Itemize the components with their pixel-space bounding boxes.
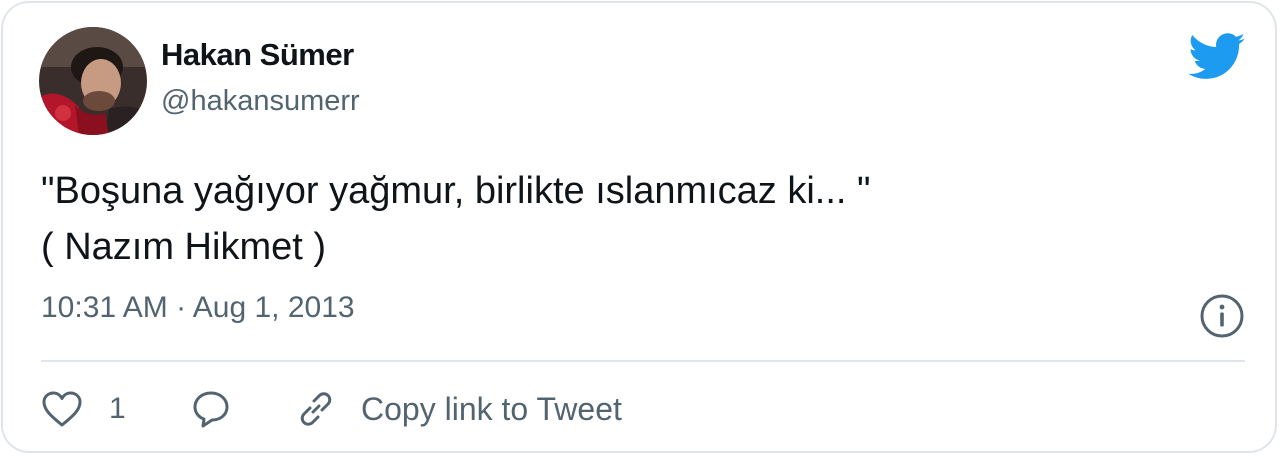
reply-button[interactable]	[191, 383, 231, 435]
display-name[interactable]: Hakan Sümer	[161, 37, 354, 73]
tweet-text-line: ( Nazım Hikmet )	[41, 226, 326, 268]
heart-icon	[42, 391, 82, 427]
link-icon	[300, 392, 332, 426]
copy-link-label: Copy link to Tweet	[361, 390, 622, 427]
avatar-photo	[39, 27, 147, 135]
info-icon[interactable]	[1199, 293, 1245, 339]
tweet-timestamp[interactable]: 10:31 AM · Aug 1, 2013	[41, 291, 355, 325]
tweet-actions: 1 Copy link to Tweet	[41, 383, 1245, 435]
divider	[41, 360, 1245, 362]
reply-bubble-icon	[193, 391, 229, 428]
like-button[interactable]: 1	[41, 383, 126, 435]
tweet-card: Hakan Sümer @hakansumerr "Boşuna yağıyor…	[1, 1, 1277, 453]
avatar[interactable]	[39, 27, 147, 135]
twitter-bird-icon[interactable]	[1188, 33, 1246, 81]
tweet-text: "Boşuna yağıyor yağmur, birlikte ıslanmı…	[41, 163, 871, 275]
like-count: 1	[109, 392, 126, 425]
user-handle[interactable]: @hakansumerr	[161, 85, 360, 118]
copy-link-button[interactable]: Copy link to Tweet	[295, 383, 622, 435]
tweet-text-line: "Boşuna yağıyor yağmur, birlikte ıslanmı…	[41, 170, 871, 212]
